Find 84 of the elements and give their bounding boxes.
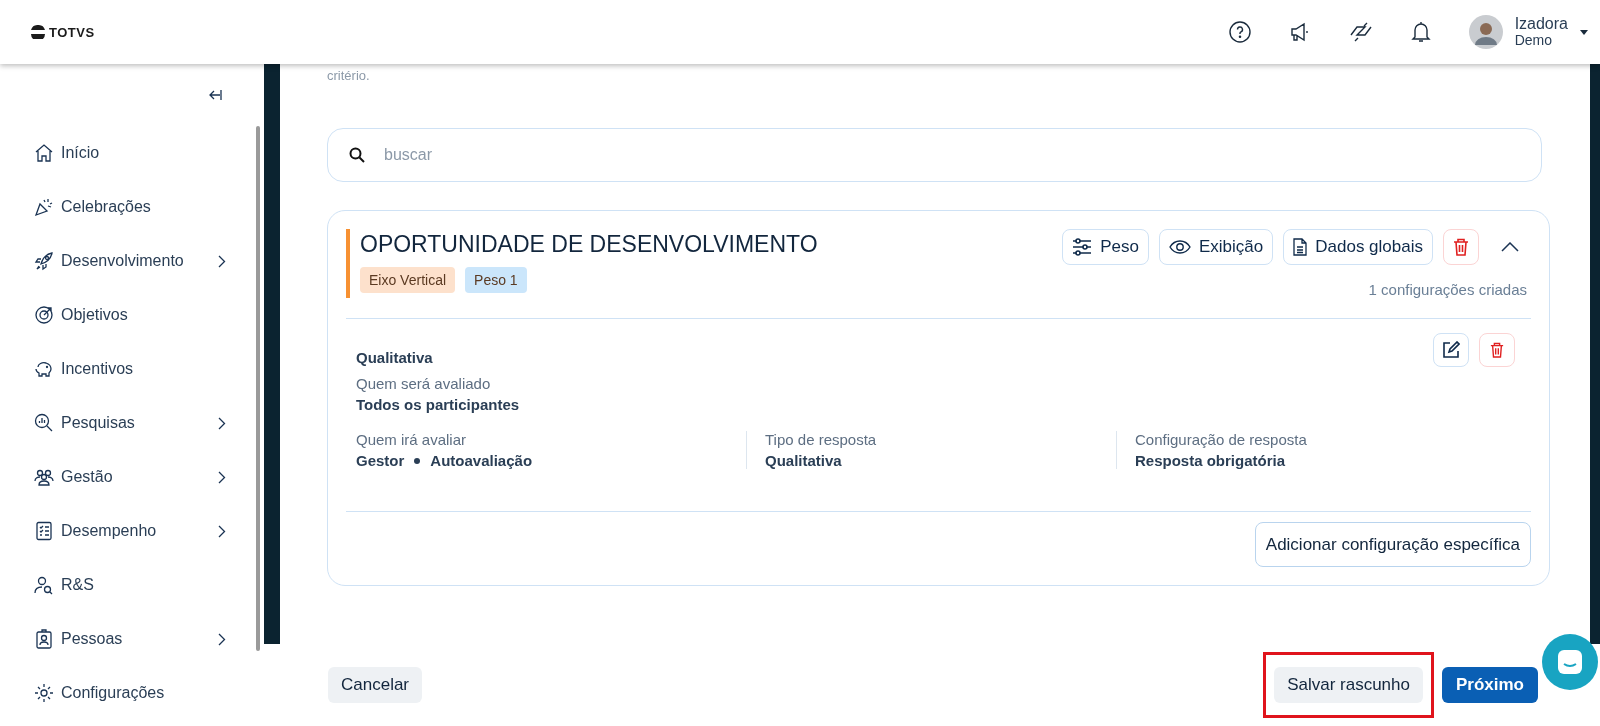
user-role: Demo (1514, 32, 1553, 49)
trash-icon (1453, 238, 1469, 256)
nav-item[interactable]: Início (34, 141, 226, 165)
piggy-bank-icon (34, 359, 54, 379)
action-button[interactable]: Dados globais (1283, 229, 1433, 265)
save-draft-button[interactable]: Salvar rascunho (1274, 667, 1423, 703)
nav-label: Objetivos (61, 306, 129, 324)
criterion-title: OPORTUNIDADE DE DESENVOLVIMENTO (360, 230, 818, 259)
field-value: Gestor (356, 452, 405, 469)
field-value: Resposta obrigatória (1135, 452, 1286, 469)
configurations-count: 1 configurações criadas (1368, 281, 1527, 298)
document-icon (1293, 238, 1308, 256)
configuration-name: Qualitativa (356, 348, 433, 366)
nav-label: Celebrações (61, 198, 152, 216)
delete-button[interactable] (1443, 229, 1479, 265)
cancel-button[interactable]: Cancelar (328, 667, 423, 703)
nav-label: Desenvolvimento (61, 252, 185, 270)
rocket-icon (34, 251, 54, 271)
edit-button[interactable] (1433, 333, 1469, 367)
nav-label: R&S (61, 576, 95, 594)
nav-item[interactable]: Pesquisas (34, 411, 226, 435)
chevron-right-icon (218, 416, 226, 430)
separator-dot (414, 457, 421, 464)
logo-icon (30, 25, 46, 39)
bell-icon[interactable] (1410, 21, 1431, 43)
megaphone-icon[interactable] (1288, 21, 1311, 43)
home-icon (34, 143, 54, 163)
next-button[interactable]: Próximo (1441, 667, 1538, 703)
collapse-icon[interactable] (208, 89, 222, 101)
field-label: Configuração de resposta (1135, 431, 1308, 448)
delete-button[interactable] (1479, 333, 1515, 367)
nav-label: Gestão (61, 468, 114, 486)
chevron-right-icon (218, 470, 226, 484)
search-icon (349, 147, 365, 163)
nav-label: Configurações (61, 684, 166, 702)
chevron-right-icon (218, 254, 226, 268)
field-label: Quem irá avaliar (356, 431, 468, 448)
person-search-icon (34, 575, 54, 595)
nav-item[interactable]: Desempenho (34, 519, 226, 543)
chevron-right-icon (218, 632, 226, 646)
field-label: Tipo de resposta (765, 431, 878, 448)
nav-item[interactable]: Incentivos (34, 357, 226, 381)
eye-icon (1169, 240, 1191, 254)
target-icon (34, 305, 54, 325)
logo-text: TOTVS (49, 24, 95, 40)
user-name[interactable]: Izadora (1514, 15, 1568, 32)
tag: Peso 1 (465, 267, 527, 293)
people-icon (34, 467, 54, 487)
search-field[interactable]: buscar (327, 128, 1542, 182)
field-label: Quem será avaliado (356, 375, 492, 392)
add-configuration-button[interactable]: Adicionar configuração específica (1254, 522, 1531, 567)
field-value: Autoavaliação (430, 452, 533, 469)
action-button[interactable]: Peso (1062, 229, 1149, 265)
nav-label: Incentivos (61, 360, 135, 378)
avatar[interactable] (1468, 15, 1503, 49)
caret-icon[interactable] (1580, 29, 1588, 35)
scrollbar[interactable] (256, 126, 260, 651)
nav-item[interactable]: Objetivos (34, 303, 226, 327)
nav-item[interactable]: Celebrações (34, 195, 226, 219)
tag: Eixo Vertical (360, 267, 456, 293)
chat-icon (1557, 649, 1583, 675)
nav-item[interactable]: Configurações (34, 681, 226, 705)
nav-label: Início (61, 144, 101, 162)
field-value: Qualitativa (765, 452, 842, 469)
intro-text: critério. (327, 67, 371, 85)
nav-label: Pesquisas (61, 414, 136, 432)
sliders-icon (1072, 238, 1093, 256)
help-icon[interactable] (1228, 21, 1251, 43)
badge-icon (34, 629, 54, 649)
nav-item[interactable]: R&S (34, 573, 226, 597)
action-button[interactable]: Exibição (1159, 229, 1274, 265)
nav-item[interactable]: Gestão (34, 465, 226, 489)
chart-search-icon (34, 413, 54, 433)
trash-icon (1490, 342, 1504, 358)
checklist-icon (34, 521, 54, 541)
nav-label: Desempenho (61, 522, 158, 540)
chevron-right-icon (218, 524, 226, 538)
nav-item[interactable]: Pessoas (34, 627, 226, 651)
nav-item[interactable]: Desenvolvimento (34, 249, 226, 273)
nav-label: Pessoas (61, 630, 124, 648)
edit-icon (1442, 341, 1460, 359)
field-value: Todos os participantes (356, 396, 521, 413)
confetti-icon (34, 197, 54, 217)
chevron-up-icon (1501, 242, 1519, 252)
